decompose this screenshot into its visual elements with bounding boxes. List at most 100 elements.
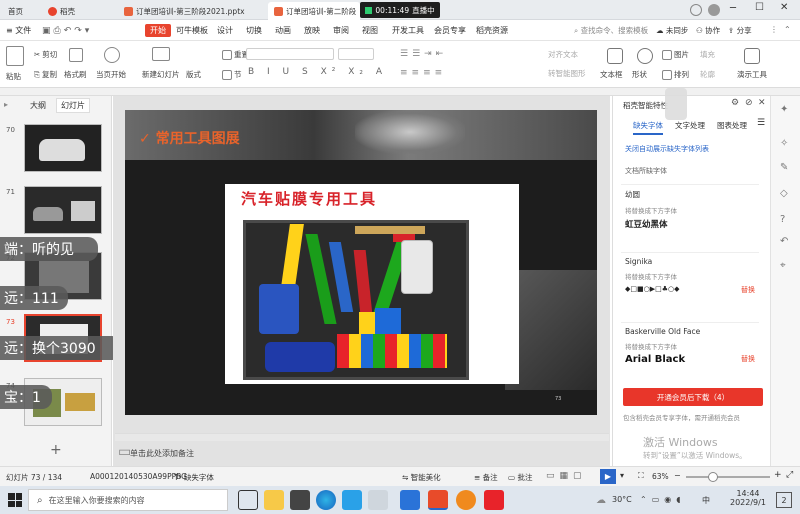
convert-art-button[interactable]: 转智能图形 [548,68,586,79]
tab-daoke[interactable]: 稻壳 [42,2,102,20]
paragraph-buttons[interactable]: ☰☰⇥⇤ [400,49,447,59]
play-slideshow-button[interactable]: ▶ [600,469,616,484]
shape-icon[interactable]: ◇ [780,188,788,199]
mail-icon[interactable] [342,490,362,510]
menu-view[interactable]: 视图 [362,25,378,36]
outline-button[interactable]: 轮廓 [700,69,715,80]
minimize-icon[interactable]: ─ [730,3,736,14]
store-icon[interactable] [368,490,388,510]
alignment-buttons[interactable]: ≡≡≡≡ [400,68,446,78]
menu-design[interactable]: 设计 [217,25,233,36]
replace-button[interactable]: 替换 [741,285,755,295]
tab-home[interactable]: 首页 [2,2,38,20]
menu-developer[interactable]: 开发工具 [392,25,424,36]
more-icon[interactable]: ⋮ [770,25,778,34]
text-box-button[interactable]: 文本框 [600,69,623,80]
font-style-buttons[interactable]: B I U S X² X₂ A [248,67,387,77]
task-view-icon[interactable] [238,490,258,510]
menu-file[interactable]: ≡ 文件 [6,25,31,36]
app-icon[interactable] [456,490,476,510]
layout-button[interactable]: 版式 [186,69,201,80]
comment-toggle[interactable]: ▭ 批注 [508,472,532,483]
tray-icons[interactable]: ⌃▭◉◖ [640,495,685,504]
notes-placeholder[interactable]: 单击此处添加备注 [130,448,194,459]
edit-icon[interactable]: ✎ [780,162,788,173]
shape-button[interactable]: 形状 [632,69,647,80]
command-search[interactable]: ⌕ 查找命令、搜索模板 [574,25,648,36]
missing-font-status[interactable]: Tᵃ 缺失字体 [174,472,214,483]
arrange-button[interactable]: 排列 [662,69,689,80]
menu-resources[interactable]: 稻壳资源 [476,25,508,36]
download-button[interactable]: 开通会员后下载（4） [623,388,763,406]
menu-template[interactable]: 可牛模板 [176,25,208,36]
copy-button[interactable]: ⎘ 复制 [34,69,57,80]
panel-toggle-icon[interactable]: ▸ [4,100,8,109]
avatar[interactable] [708,4,720,16]
font-size-select[interactable] [338,48,374,60]
fill-button[interactable]: 填充 [700,49,715,60]
location-icon[interactable]: ⌖ [780,260,786,271]
collab-button[interactable]: ⚇ 协作 [696,25,720,36]
help-icon[interactable]: ⊘ [745,98,753,108]
menu-icon[interactable]: ☰ [757,118,765,128]
font-card[interactable]: Signika 将替换成下方字体 ◆□■○▶□♣○◆ 替换 [621,252,759,295]
taskbar-clock[interactable]: 14:44 2022/9/1 [730,489,766,507]
app-icon[interactable] [290,490,310,510]
from-current-button[interactable]: 当页开始 [96,69,126,80]
sync-status[interactable]: ☁ 未同步 [656,25,688,36]
input-language[interactable]: 中 [702,495,710,506]
zoom-in-icon[interactable]: + [774,470,782,480]
menu-review[interactable]: 审阅 [333,25,349,36]
fullscreen-icon[interactable]: ⤢ [786,470,793,480]
tab-chart-processing[interactable]: 图表处理 [717,120,747,131]
pin-icon[interactable]: ✦ [780,104,788,115]
slideshow-dropdown-icon[interactable]: ▾ [620,471,624,480]
wps-office-icon[interactable] [484,490,504,510]
file-explorer-icon[interactable] [264,490,284,510]
windows-start-icon[interactable] [8,493,22,507]
fit-icon[interactable]: ⛶ [638,471,644,481]
quick-access-icons[interactable]: ▣⎙↶↷▾ [42,26,92,36]
tab-text-processing[interactable]: 文字处理 [675,120,705,131]
taskbar-search[interactable]: ⌕ 在这里输入你要搜索的内容 [28,489,228,511]
tab-slides[interactable]: 幻灯片 [56,98,90,113]
wps-icon[interactable] [428,490,448,510]
zoom-level[interactable]: 63% [652,472,669,481]
view-mode-buttons[interactable]: ▭▦▢ [546,471,587,481]
sparkle-icon[interactable]: ✧ [780,138,788,149]
add-slide-icon[interactable]: + [50,442,62,458]
hide-list-link[interactable]: 关闭自动展示缺失字体列表 [625,144,709,154]
close-panel-icon[interactable]: ✕ [758,98,766,108]
menu-transition[interactable]: 切换 [246,25,262,36]
tab-missing-font[interactable]: 缺失字体 [633,120,663,135]
undo-icon[interactable]: ↶ [780,236,788,247]
tab-document-3[interactable]: 订单团培训-第三阶段2021.pptx [118,2,266,20]
format-painter-button[interactable]: 格式刷 [64,69,87,80]
menu-animation[interactable]: 动画 [275,25,291,36]
new-slide-button[interactable]: 新建幻灯片 [142,69,180,80]
edge-icon[interactable] [316,490,336,510]
close-icon[interactable]: ✕ [780,2,788,13]
font-card[interactable]: Baskerville Old Face 将替换成下方字体 Arial Blac… [621,322,759,365]
collapse-ribbon-icon[interactable]: ⌃ [784,25,791,34]
notes-toggle[interactable]: ≡ 备注 [474,472,498,483]
zoom-slider-thumb[interactable] [708,472,718,482]
font-family-select[interactable] [246,48,334,60]
slide-thumbnail[interactable] [24,124,102,172]
section-button[interactable]: 节 [222,69,242,80]
horizontal-scrollbar[interactable] [115,433,609,441]
cut-button[interactable]: ✂ 剪切 [34,49,57,60]
app-icon[interactable] [400,490,420,510]
slide[interactable]: ✓ 常用工具图展 汽车贴膜专用工具 73 [125,110,597,415]
align-text-button[interactable]: 对齐文本 [548,49,578,60]
picture-button[interactable]: 图片 [662,49,689,60]
reset-button[interactable]: 重置 [222,49,249,60]
settings-icon[interactable]: ⚙ [731,98,739,108]
layout-icon[interactable] [690,4,702,16]
slide-thumbnail[interactable] [24,186,102,234]
recording-indicator[interactable]: 00:11:49 直播中 [360,2,440,18]
zoom-out-icon[interactable]: − [674,471,681,480]
tab-document-2[interactable]: 订单团培训-第二阶段 [268,2,360,20]
tab-outline[interactable]: 大纲 [30,100,46,111]
menu-member[interactable]: 会员专享 [434,25,466,36]
